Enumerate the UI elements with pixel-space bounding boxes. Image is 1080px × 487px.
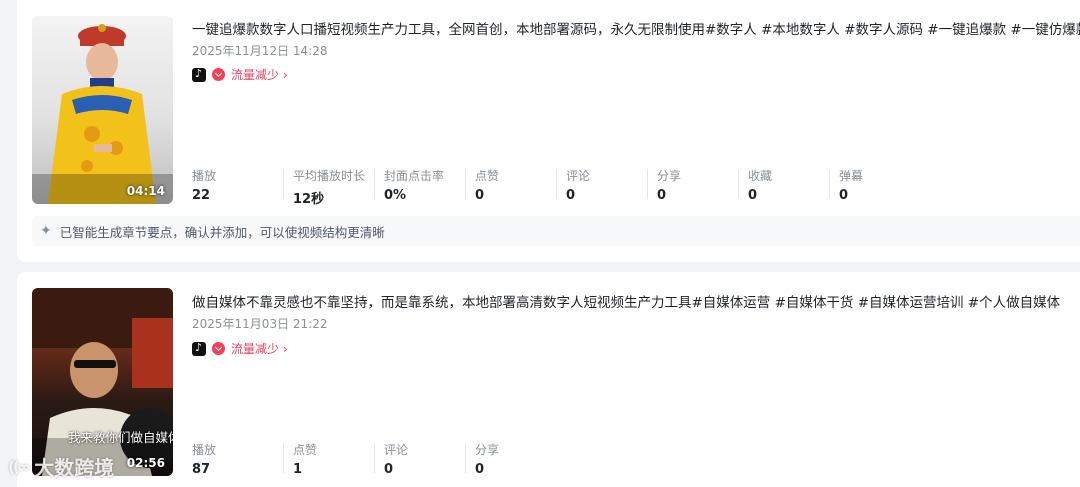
douyin-icon xyxy=(192,341,206,356)
stat-play: 播放 22 xyxy=(192,169,217,203)
flow-decrease-link[interactable]: 流量减少 › xyxy=(231,66,288,83)
stat-shares: 分享 0 xyxy=(465,441,556,477)
video-duration: 04:14 xyxy=(126,184,165,198)
watermark: ((∞ 大数跨境 xyxy=(8,452,114,481)
video-title[interactable]: 做自媒体不靠灵感也不靠坚持，而是靠系统，本地部署高清数字人短视频生产力工具#自媒… xyxy=(192,291,1060,311)
presenter-illustration xyxy=(32,288,173,476)
video-title[interactable]: 一键追爆款数字人口播短视频生产力工具，全网首创，本地部署源码，永久无限制使用#数… xyxy=(192,18,1080,38)
video-thumbnail[interactable]: 我来教你们做自媒体 02:56 xyxy=(32,288,173,476)
video-duration: 02:56 xyxy=(126,456,165,470)
stat-likes: 点赞 1 xyxy=(283,441,374,477)
stat-avg-duration: 平均播放时长 12秒 xyxy=(283,167,374,207)
stat-danmaku: 弹幕 0 xyxy=(829,167,920,203)
chevron-right-icon: › xyxy=(283,341,288,356)
stat-cover-ctr: 封面点击率 0% xyxy=(374,167,465,203)
chapter-suggestion-bar[interactable]: ✦ 已智能生成章节要点，确认并添加，可以使视频结构更清晰 xyxy=(32,216,1080,246)
stat-comments: 评论 0 xyxy=(556,167,647,203)
stat-favorites: 收藏 0 xyxy=(738,167,829,203)
publish-date: 2025年11月12日 14:28 xyxy=(192,44,328,58)
flow-label: 流量减少 xyxy=(231,68,280,82)
stats-row: 播放 87 点赞 1 评论 0 分享 0 xyxy=(192,441,556,477)
chapter-hint-text: 已智能生成章节要点，确认并添加，可以使视频结构更清晰 xyxy=(59,224,385,240)
publish-date: 2025年11月03日 21:22 xyxy=(192,317,328,331)
flow-decrease-link[interactable]: 流量减少 › xyxy=(231,340,288,357)
stat-shares: 分享 0 xyxy=(647,167,738,203)
video-subtitle-caption: 我来教你们做自媒体 xyxy=(68,430,173,445)
video-card: 我来教你们做自媒体 02:56 做自媒体不靠灵感也不靠坚持，而是靠系统，本地部署… xyxy=(17,272,1080,487)
flow-decrease-icon xyxy=(212,342,225,355)
video-tags: 流量减少 › xyxy=(192,340,288,357)
watermark-text: 大数跨境 xyxy=(34,456,115,480)
stat-comments: 评论 0 xyxy=(374,441,465,477)
stats-row: 播放 22 平均播放时长 12秒 封面点击率 0% 点赞 0 评论 0 分享 0 收藏 0 弹… xyxy=(192,167,920,207)
stat-likes: 点赞 0 xyxy=(465,167,556,203)
douyin-icon xyxy=(192,67,206,82)
flow-label: 流量减少 xyxy=(231,342,280,356)
watermark-logo: ((∞ xyxy=(8,457,30,476)
video-card: 04:14 一键追爆款数字人口播短视频生产力工具，全网首创，本地部署源码，永久无… xyxy=(17,0,1080,262)
video-tags: 流量减少 › xyxy=(192,66,288,83)
emperor-figure-illustration xyxy=(32,24,173,204)
chevron-right-icon: › xyxy=(283,67,288,82)
stat-play: 播放 87 xyxy=(192,443,217,477)
flow-decrease-icon xyxy=(212,68,225,81)
sparkle-icon: ✦ xyxy=(40,223,52,239)
video-thumbnail[interactable]: 04:14 xyxy=(32,16,173,204)
